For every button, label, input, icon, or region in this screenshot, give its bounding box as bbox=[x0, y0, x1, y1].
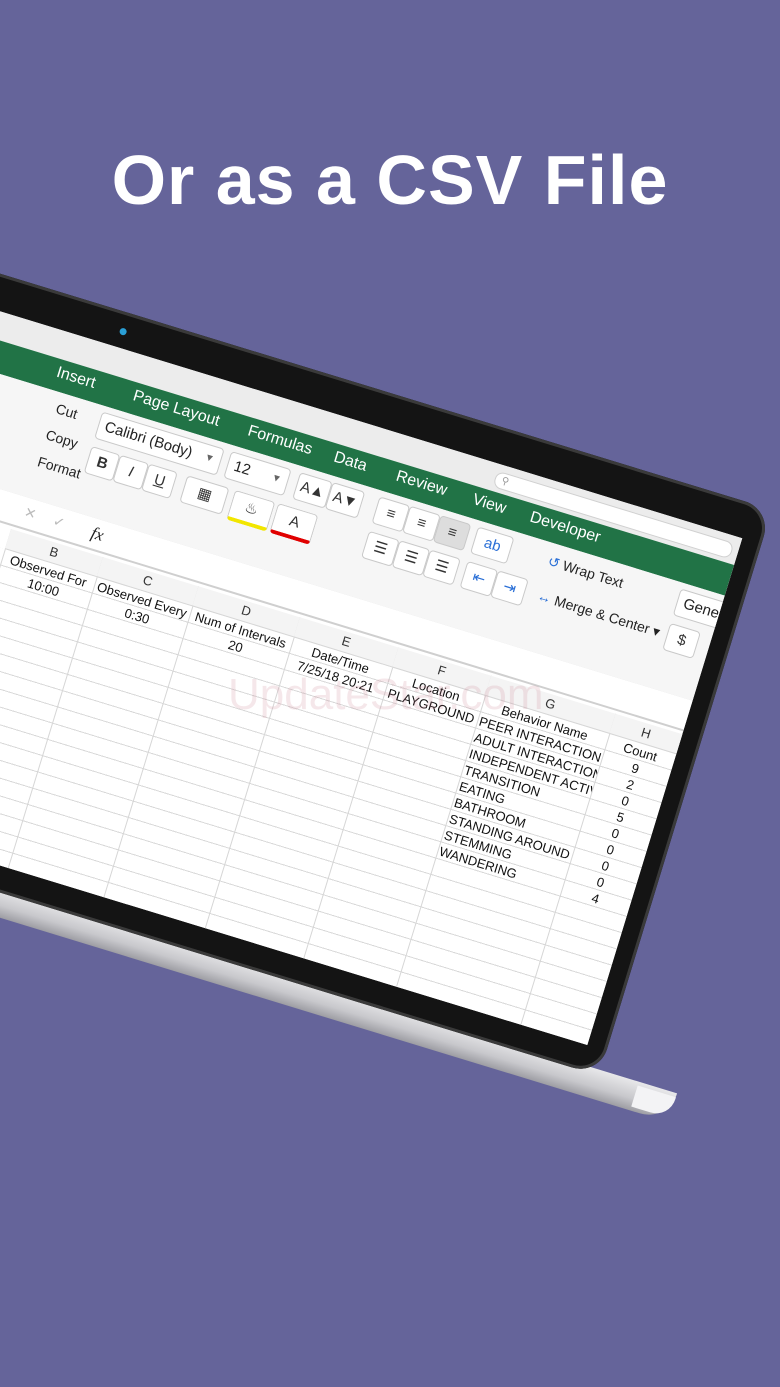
font-color-button[interactable]: A bbox=[269, 502, 319, 545]
underline-button[interactable]: U bbox=[141, 463, 178, 500]
paint-bucket-icon: ♨ bbox=[242, 498, 261, 519]
laptop: ⚲ Insert Page Layout Formulas Data Revie… bbox=[0, 116, 772, 1123]
fill-color-button[interactable]: ♨ bbox=[226, 489, 276, 532]
tab-insert[interactable]: Insert bbox=[54, 364, 97, 393]
orientation-button[interactable]: ab bbox=[469, 526, 515, 565]
align-right-button[interactable]: ☰ bbox=[422, 549, 461, 586]
watermark: UpdateStar.com bbox=[228, 670, 544, 719]
cancel-icon[interactable]: ✕ bbox=[22, 504, 38, 524]
excel-window: ⚲ Insert Page Layout Formulas Data Revie… bbox=[0, 171, 743, 1046]
merge-center-button[interactable]: ↔ Merge & Center ▾ bbox=[535, 587, 662, 641]
align-bottom-button[interactable]: ≡ bbox=[432, 515, 472, 552]
wrap-text-label: Wrap Text bbox=[560, 557, 626, 591]
camera-icon bbox=[118, 327, 128, 337]
merge-center-label: Merge & Center bbox=[552, 592, 652, 637]
format-painter-button[interactable]: Format bbox=[36, 453, 83, 481]
confirm-icon[interactable]: ✓ bbox=[51, 512, 67, 532]
font-size-value: 12 bbox=[231, 457, 253, 479]
currency-button[interactable]: $ bbox=[662, 622, 701, 659]
chevron-down-icon: ▼ bbox=[269, 472, 283, 486]
chevron-down-icon: ▼ bbox=[203, 451, 216, 466]
tab-view[interactable]: View bbox=[470, 491, 508, 518]
copy-button[interactable]: Copy bbox=[44, 427, 80, 452]
increase-indent-button[interactable]: ⇥ bbox=[490, 570, 529, 607]
tab-data[interactable]: Data bbox=[331, 449, 369, 476]
cut-button[interactable]: Cut bbox=[54, 400, 80, 422]
function-icon[interactable]: fx bbox=[89, 523, 106, 546]
borders-button[interactable]: ▦ bbox=[179, 475, 230, 515]
headline: Or as a CSV File bbox=[111, 141, 669, 219]
base-edge bbox=[631, 1085, 676, 1119]
shrink-font-button[interactable]: A▼ bbox=[324, 482, 366, 519]
